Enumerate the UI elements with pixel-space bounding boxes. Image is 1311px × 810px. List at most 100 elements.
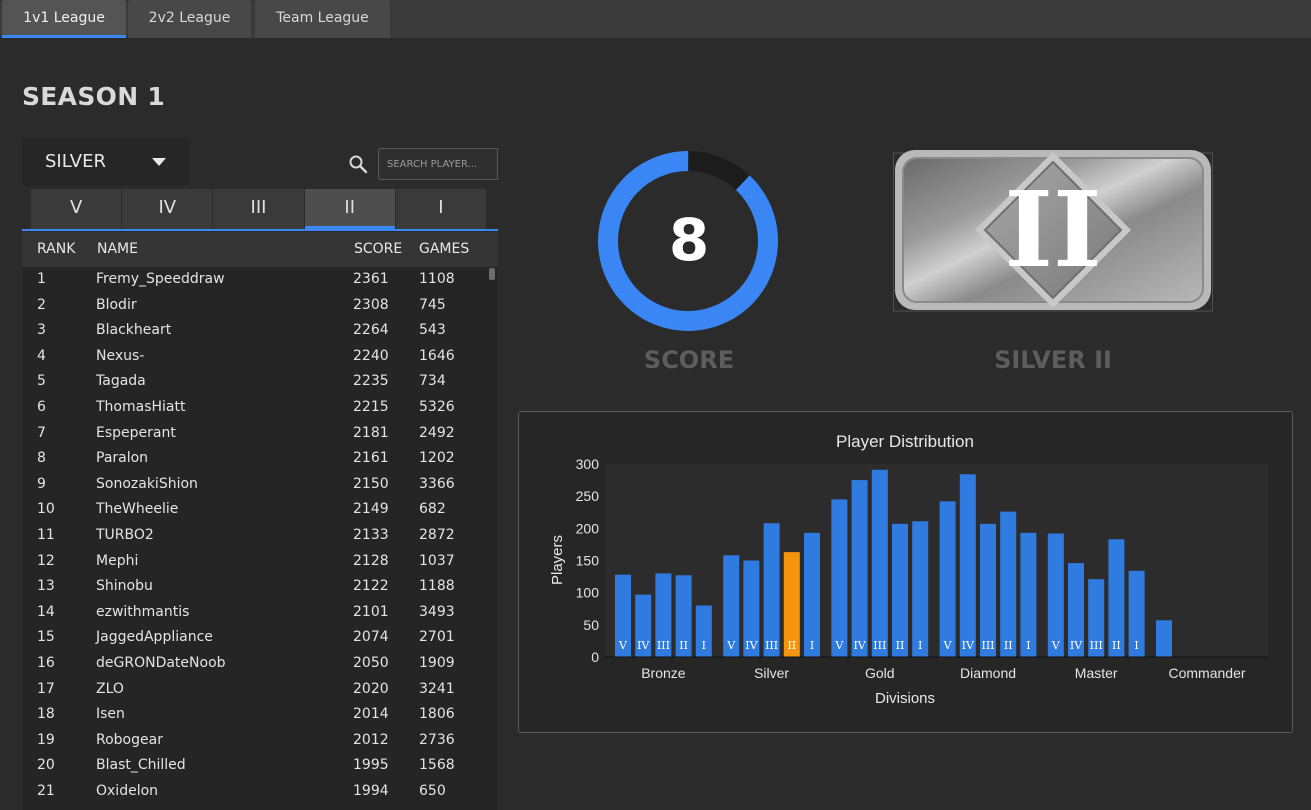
cell-score: 2161	[353, 450, 389, 467]
table-row[interactable]: 9 SonozakiShion 2150 3366	[22, 472, 488, 498]
table-row[interactable]: 19 Robogear 2012 2736	[22, 728, 488, 754]
bar-tier-label: IV	[1070, 639, 1083, 652]
cell-score: 2215	[353, 399, 389, 415]
x-tick-label: Silver	[754, 665, 789, 681]
table-row[interactable]: 17 ZLO 2020 3241	[22, 677, 488, 703]
rank-label: SILVER II	[994, 346, 1112, 374]
cell-name: Blast_Chilled	[96, 757, 186, 774]
bar	[980, 523, 996, 657]
cell-rank: 18	[37, 706, 55, 723]
score-label: SCORE	[643, 346, 735, 374]
cell-games: 1646	[419, 347, 455, 364]
cell-rank: 11	[37, 527, 55, 543]
division-dropdown[interactable]: SILVER	[22, 138, 189, 186]
table-row[interactable]: 12 Mephi 2128 1037	[22, 549, 488, 575]
cell-rank: 9	[37, 475, 46, 492]
tab-2v2-league[interactable]: 2v2 League	[128, 0, 251, 38]
y-tick-label: 100	[576, 585, 600, 601]
tier-tab-i[interactable]: I	[395, 189, 487, 229]
bar	[959, 474, 976, 657]
tab-team-league[interactable]: Team League	[255, 0, 390, 38]
cell-name: ZLO	[96, 680, 124, 697]
table-row[interactable]: 8 Paralon 2161 1202	[22, 446, 488, 472]
column-header-score[interactable]: SCORE	[354, 241, 402, 257]
player-distribution-panel: Player Distribution Divisions Players 0 50 10…	[518, 411, 1293, 733]
search-player-input[interactable]	[378, 148, 498, 180]
cell-score: 2074	[353, 629, 389, 646]
y-tick-label: 250	[576, 488, 600, 504]
table-row[interactable]: 4 Nexus- 2240 1646	[22, 344, 488, 370]
bar-tier-label: II	[1112, 639, 1121, 652]
cell-games: 1188	[419, 578, 455, 595]
table-row[interactable]: 11 TURBO2 2133 2872	[22, 523, 488, 549]
cell-rank: 3	[37, 322, 46, 339]
cell-score: 1995	[353, 757, 389, 774]
table-row[interactable]: 21 Oxidelon 1994 650	[22, 779, 488, 805]
bar	[831, 499, 848, 657]
table-row[interactable]: 18 Isen 2014 1806	[22, 702, 488, 728]
cell-games: 543	[419, 322, 446, 339]
cell-score: 2050	[353, 655, 389, 671]
cell-rank: 7	[37, 424, 46, 441]
bar	[1000, 511, 1017, 657]
column-header-name[interactable]: NAME	[97, 241, 138, 257]
column-header-rank[interactable]: RANK	[37, 241, 75, 257]
table-row[interactable]: 6 ThomasHiatt 2215 5326	[22, 395, 488, 421]
table-row[interactable]: 10 TheWheelie 2149 682	[22, 497, 488, 523]
cell-name: ThomasHiatt	[96, 399, 186, 415]
table-row[interactable]: 14 ezwithmantis 2101 3493	[22, 600, 488, 626]
cell-games: 2736	[419, 731, 455, 748]
cell-name: TURBO2	[96, 527, 154, 543]
cell-name: JaggedAppliance	[96, 629, 213, 646]
bar-tier-label: I	[1026, 639, 1030, 652]
cell-rank: 8	[37, 450, 46, 467]
bar-tier-label: II	[679, 639, 688, 652]
cell-score: 2149	[353, 501, 389, 518]
cell-name: Tagada	[96, 373, 146, 390]
bar-tier-label: III	[1090, 639, 1103, 652]
cell-games: 745	[419, 296, 446, 313]
cell-games: 5326	[419, 399, 455, 415]
table-row[interactable]: 7 Espeperant 2181 2492	[22, 421, 488, 447]
tier-tabs: V IV III II I	[31, 189, 487, 229]
cell-score: 2361	[353, 271, 389, 287]
cell-rank: 16	[37, 655, 55, 671]
bar-tier-label: III	[765, 639, 778, 652]
cell-games: 682	[419, 501, 446, 518]
cell-games: 3493	[419, 603, 455, 620]
tab-1v1-league[interactable]: 1v1 League	[2, 0, 126, 38]
bar-tier-label: I	[702, 639, 706, 652]
bar-tier-label: II	[896, 639, 905, 652]
tier-tab-ii[interactable]: II	[304, 189, 395, 229]
cell-games: 3241	[419, 680, 455, 697]
table-row[interactable]: 2 Blodir 2308 745	[22, 293, 488, 319]
cell-games: 3366	[419, 475, 455, 492]
cell-name: deGRONDateNoob	[96, 655, 226, 671]
table-row[interactable]: 3 Blackheart 2264 543	[22, 318, 488, 344]
tier-tab-v[interactable]: V	[31, 189, 122, 229]
cell-score: 2133	[353, 527, 389, 543]
table-row[interactable]: 13 Shinobu 2122 1188	[22, 574, 488, 600]
cell-name: Nexus-	[96, 347, 145, 364]
column-header-games[interactable]: GAMES	[419, 241, 469, 257]
cell-name: Blackheart	[96, 322, 172, 339]
chart-title: Player Distribution	[836, 432, 974, 451]
cell-games: 1202	[419, 450, 455, 467]
leaderboard-scrollbar[interactable]	[489, 268, 495, 280]
table-row[interactable]: 5 Tagada 2235 734	[22, 369, 488, 395]
table-row[interactable]: 15 JaggedAppliance 2074 2701	[22, 625, 488, 651]
bar-tier-label: IV	[637, 639, 650, 652]
search-icon[interactable]	[348, 154, 368, 174]
cell-score: 2020	[353, 680, 389, 697]
tier-tab-iv[interactable]: IV	[122, 189, 213, 229]
bar-tier-label: II	[1004, 639, 1013, 652]
bar	[763, 523, 780, 657]
table-row[interactable]: 20 Blast_Chilled 1995 1568	[22, 753, 488, 779]
table-row[interactable]: 1 Fremy_Speeddraw 2361 1108	[22, 267, 488, 293]
cell-games: 2492	[419, 424, 455, 441]
division-dropdown-value: SILVER	[45, 151, 106, 172]
tier-tab-iii[interactable]: III	[213, 189, 304, 229]
cell-name: Mephi	[96, 552, 139, 569]
table-row[interactable]: 16 deGRONDateNoob 2050 1909	[22, 651, 488, 677]
cell-games: 1909	[419, 655, 455, 671]
